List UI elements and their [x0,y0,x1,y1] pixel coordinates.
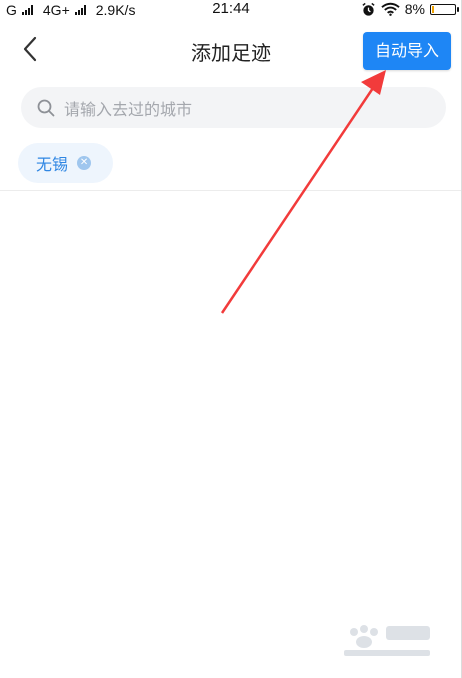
auto-import-button[interactable]: 自动导入 [363,32,451,70]
search-icon [37,99,55,116]
battery-fill [432,5,434,13]
battery-percent: 8% [404,1,425,17]
city-tag-label: 无锡 [36,155,69,174]
divider [0,190,462,191]
search-placeholder: 请输入去过的城市 [64,99,193,119]
wifi-icon [381,2,400,16]
alarm-icon [362,2,375,16]
battery-icon [430,3,459,15]
close-icon[interactable]: ✕ [77,156,92,170]
city-tag[interactable]: 无锡 ✕ [18,143,113,183]
status-right: 8% [361,0,459,18]
status-bar: G 4G+ 2.9K/s 21:44 8% [0,0,462,20]
watermark-logo [344,625,430,656]
search-input[interactable]: 请输入去过的城市 [21,87,446,128]
nav-bar: 添加足迹 自动导入 [0,20,462,80]
phone-screen: G 4G+ 2.9K/s 21:44 8% 添加足迹 自动导入 请输入去过的城市… [0,0,462,678]
